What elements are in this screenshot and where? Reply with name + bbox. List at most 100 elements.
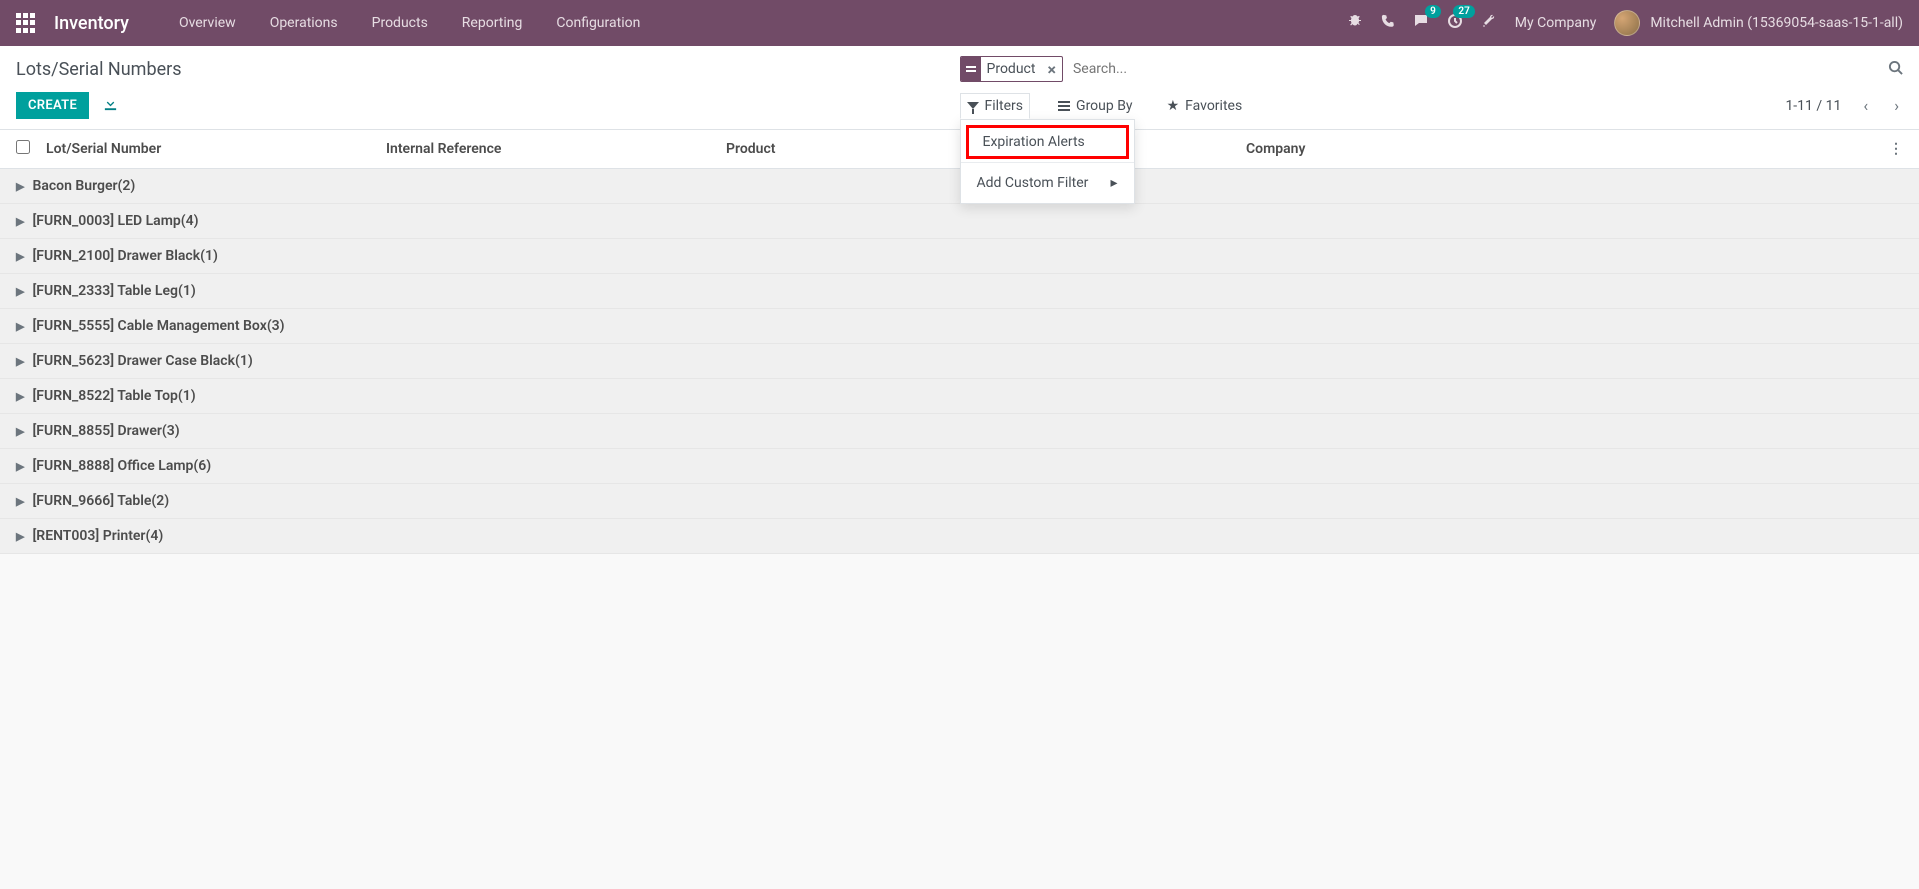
filter-add-custom[interactable]: Add Custom Filter ▸ (961, 167, 1134, 199)
group-rows: ▶ Bacon Burger (2) ▶ [FURN_0003] LED Lamp (… (0, 169, 1919, 554)
group-count: (3) (267, 318, 285, 334)
caret-right-icon: ▶ (16, 425, 24, 438)
group-name: [FURN_2333] Table Leg (32, 283, 177, 299)
caret-right-icon: ▶ (16, 180, 24, 193)
company-switcher[interactable]: My Company (1515, 15, 1597, 31)
caret-right-icon: ▶ (16, 355, 24, 368)
main-menu: Overview Operations Products Reporting C… (165, 5, 654, 41)
search-icon[interactable] (1888, 60, 1903, 79)
group-name: [FURN_8888] Office Lamp (32, 458, 193, 474)
caret-right-icon: ▶ (16, 285, 24, 298)
filters-label: Filters (985, 98, 1024, 114)
bug-icon[interactable] (1347, 13, 1363, 33)
group-name: [FURN_9666] Table (32, 493, 151, 509)
group-name: [FURN_5555] Cable Management Box (32, 318, 266, 334)
messages-badge: 9 (1425, 5, 1441, 18)
add-custom-filter-label: Add Custom Filter (977, 175, 1089, 191)
search-facet-product: Product × (960, 56, 1063, 82)
group-name: Bacon Burger (32, 178, 117, 194)
group-row[interactable]: ▶ [FURN_8888] Office Lamp (6) (0, 449, 1919, 484)
caret-right-icon: ▶ (16, 530, 24, 543)
phone-icon[interactable] (1381, 14, 1395, 32)
chevron-right-icon: ▸ (1110, 175, 1117, 191)
group-row[interactable]: ▶ [FURN_0003] LED Lamp (4) (0, 204, 1919, 239)
group-row[interactable]: ▶ [FURN_2100] Drawer Black (1) (0, 239, 1919, 274)
group-row[interactable]: ▶ [FURN_9666] Table (2) (0, 484, 1919, 519)
group-name: [FURN_8855] Drawer (32, 423, 161, 439)
group-count: (4) (181, 213, 199, 229)
list-icon (1058, 101, 1070, 111)
breadcrumb: Lots/Serial Numbers (16, 59, 960, 80)
group-row[interactable]: ▶ [FURN_5623] Drawer Case Black (1) (0, 344, 1919, 379)
pager-text[interactable]: 1-11 / 11 (1785, 98, 1841, 114)
tools-icon[interactable] (1481, 13, 1497, 33)
filters-button[interactable]: Filters (960, 93, 1031, 119)
group-name: [FURN_8522] Table Top (32, 388, 177, 404)
group-name: [FURN_2100] Drawer Black (32, 248, 200, 264)
group-count: (4) (145, 528, 163, 544)
facet-remove-icon[interactable]: × (1041, 60, 1062, 79)
user-menu[interactable]: Mitchell Admin (15369054-saas-15-1-all) (1614, 10, 1903, 36)
pager-next-icon[interactable]: › (1890, 92, 1903, 119)
search-options: Filters Expiration Alerts Add Custom Fil… (960, 93, 1249, 119)
top-navbar: Inventory Overview Operations Products R… (0, 0, 1919, 46)
control-panel: Lots/Serial Numbers Product × CREATE (0, 46, 1919, 130)
caret-right-icon: ▶ (16, 215, 24, 228)
messages-icon[interactable]: 9 (1413, 13, 1429, 33)
filters-dropdown: Expiration Alerts Add Custom Filter ▸ (960, 119, 1135, 204)
menu-operations[interactable]: Operations (256, 5, 352, 41)
group-count: (2) (118, 178, 136, 194)
menu-overview[interactable]: Overview (165, 5, 250, 41)
pager-prev-icon[interactable]: ‹ (1859, 92, 1872, 119)
header-lot[interactable]: Lot/Serial Number (46, 141, 386, 157)
caret-right-icon: ▶ (16, 495, 24, 508)
group-row[interactable]: ▶ [FURN_2333] Table Leg (1) (0, 274, 1919, 309)
header-ref[interactable]: Internal Reference (386, 141, 726, 157)
create-button[interactable]: CREATE (16, 92, 89, 119)
caret-right-icon: ▶ (16, 460, 24, 473)
facet-label: Product (981, 58, 1042, 80)
menu-products[interactable]: Products (358, 5, 442, 41)
group-row[interactable]: ▶ [FURN_8522] Table Top (1) (0, 379, 1919, 414)
groupby-button[interactable]: Group By (1052, 93, 1139, 119)
group-count: (1) (178, 283, 196, 299)
favorites-label: Favorites (1185, 98, 1242, 114)
group-row[interactable]: ▶ [FURN_8855] Drawer (3) (0, 414, 1919, 449)
header-company[interactable]: Company (1246, 141, 1877, 157)
filter-expiration-alerts[interactable]: Expiration Alerts (967, 126, 1128, 158)
activities-icon[interactable]: 27 (1447, 13, 1463, 33)
dropdown-divider (961, 162, 1134, 163)
optional-columns-icon[interactable]: ⋮ (1877, 141, 1903, 157)
user-name: Mitchell Admin (15369054-saas-15-1-all) (1650, 15, 1903, 31)
select-all-checkbox[interactable] (16, 140, 30, 154)
activities-badge: 27 (1453, 5, 1474, 18)
group-row[interactable]: ▶ [RENT003] Printer (4) (0, 519, 1919, 554)
menu-configuration[interactable]: Configuration (542, 5, 654, 41)
caret-right-icon: ▶ (16, 250, 24, 263)
caret-right-icon: ▶ (16, 390, 24, 403)
search-bar[interactable]: Product × (960, 56, 1904, 82)
menu-reporting[interactable]: Reporting (448, 5, 537, 41)
systray: 9 27 My Company Mitchell Admin (15369054… (1347, 10, 1903, 36)
search-input[interactable] (1069, 57, 1888, 81)
apps-icon[interactable] (16, 13, 36, 33)
group-name: [FURN_5623] Drawer Case Black (32, 353, 235, 369)
group-count: (1) (178, 388, 196, 404)
group-count: (3) (162, 423, 180, 439)
group-count: (6) (193, 458, 211, 474)
funnel-icon (967, 102, 979, 109)
star-icon: ★ (1167, 98, 1180, 114)
app-brand[interactable]: Inventory (54, 13, 129, 34)
groupby-label: Group By (1076, 98, 1133, 114)
group-name: [RENT003] Printer (32, 528, 145, 544)
favorites-button[interactable]: ★ Favorites (1161, 93, 1249, 119)
group-row[interactable]: ▶ [FURN_5555] Cable Management Box (3) (0, 309, 1919, 344)
caret-right-icon: ▶ (16, 320, 24, 333)
group-count: (1) (235, 353, 253, 369)
download-icon[interactable] (103, 96, 118, 115)
pager: 1-11 / 11 ‹ › (1785, 92, 1903, 119)
group-name: [FURN_0003] LED Lamp (32, 213, 180, 229)
groupby-facet-icon (961, 57, 981, 81)
group-count: (1) (200, 248, 218, 264)
group-count: (2) (151, 493, 169, 509)
